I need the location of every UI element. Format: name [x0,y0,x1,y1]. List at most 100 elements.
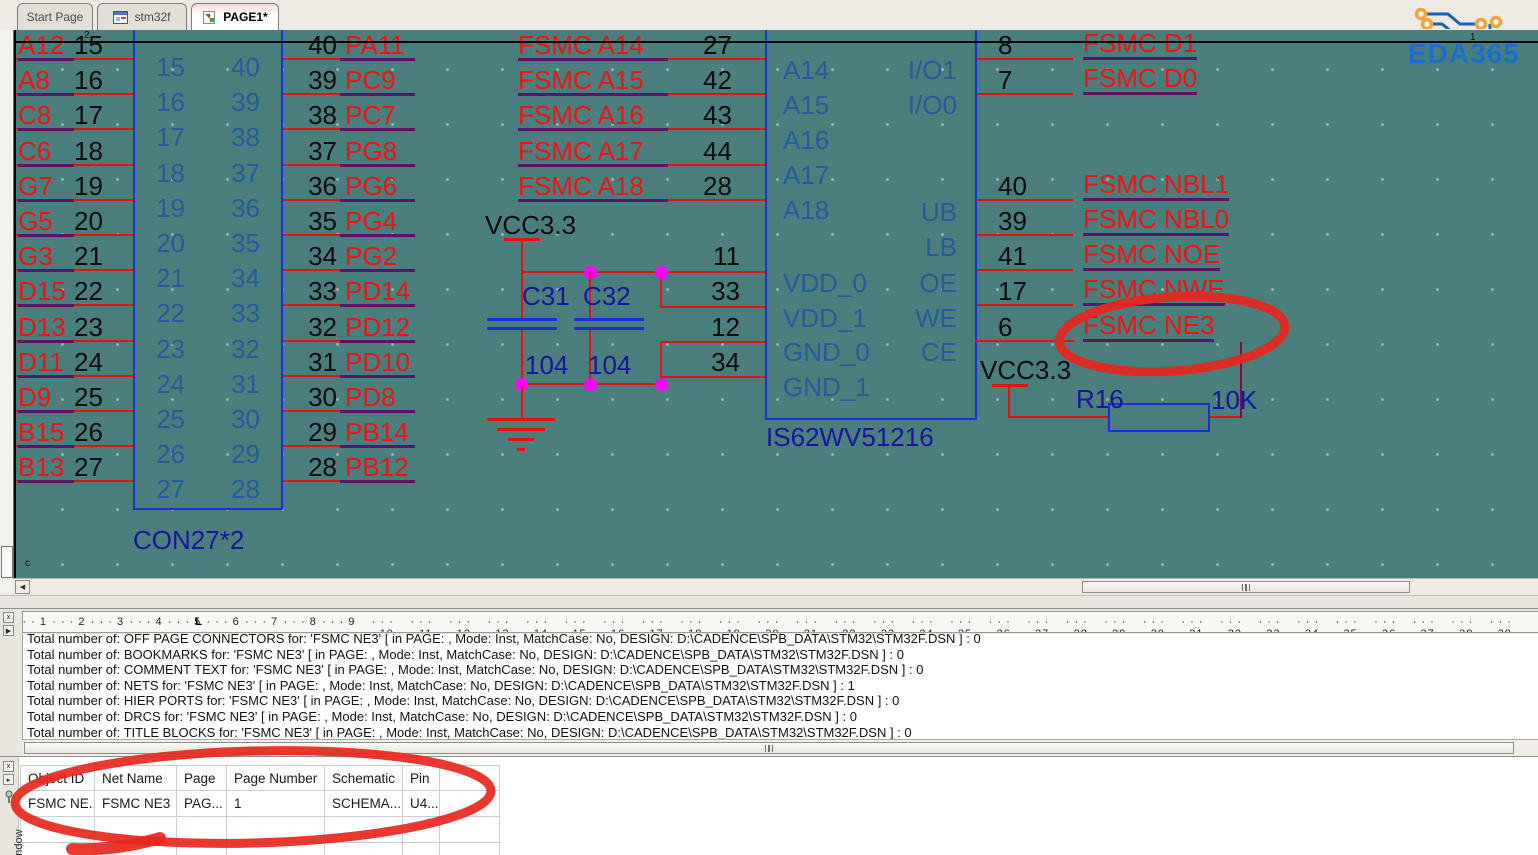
sram-refdes[interactable]: IS62WV51216 [766,424,934,450]
net-label[interactable]: D9 [18,384,51,410]
net-label[interactable]: FSMC NBL1 [1083,171,1229,201]
capacitor-refdes[interactable]: C31 [522,283,570,309]
table-cell[interactable]: U4... [403,791,440,817]
pin-number[interactable]: 27 [74,454,103,480]
scroll-left-arrow-icon[interactable]: ◀ [15,580,30,594]
net-label[interactable]: G3 [18,243,53,269]
table-header-cell[interactable]: Page Number [227,765,325,791]
power-label-vcc[interactable]: VCC3.3 [485,212,576,238]
horizontal-scrollbar-thumb[interactable] [1082,581,1410,593]
expand-arrow-icon[interactable]: ▶ [3,625,14,636]
pin-number[interactable]: 35 [295,208,337,234]
net-label[interactable]: PA11 [345,32,405,58]
pin-number[interactable]: 24 [74,349,103,375]
net-label[interactable]: PD12 [345,314,410,340]
net-label[interactable]: PG2 [345,243,397,269]
pin-number[interactable]: 26 [74,419,103,445]
table-cell[interactable] [325,817,403,843]
table-cell[interactable] [403,817,440,843]
net-label[interactable]: PD10 [345,349,410,375]
net-label[interactable]: FSMC NE3 [1083,312,1215,342]
pin-number[interactable]: 19 [74,173,103,199]
expand-arrow-icon[interactable]: ▸ [3,774,14,785]
tab-page1[interactable]: PAGE1* [191,3,279,30]
pin-number[interactable]: 21 [74,243,103,269]
net-label[interactable]: PB14 [345,419,409,445]
capacitor-value[interactable]: 104 [525,352,568,378]
pin-number[interactable]: 40 [998,173,1027,199]
pin-number[interactable]: 17 [74,102,103,128]
table-cell[interactable]: FSMC NE3 [95,791,177,817]
table-cell[interactable] [177,817,227,843]
table-header-cell[interactable]: Object ID [20,765,95,791]
table-cell[interactable] [227,843,325,855]
vertical-scrollbar[interactable] [0,30,14,594]
net-label[interactable]: FSMC A14 [518,32,644,58]
net-label[interactable]: FSMC A17 [518,138,644,164]
table-header-cell[interactable]: Net Name [95,765,177,791]
net-label[interactable]: A12 [18,32,64,58]
net-label[interactable]: FSMC A15 [518,67,644,93]
close-icon[interactable]: x [3,761,14,772]
pin-number[interactable]: 29 [295,419,337,445]
pin-number[interactable]: 22 [74,278,103,304]
pin-number[interactable]: 44 [703,138,732,164]
net-label[interactable]: B13 [18,454,64,480]
pin-number[interactable]: 6 [998,314,1012,340]
pin-number[interactable]: 8 [998,32,1012,58]
schematic-canvas[interactable]: 2 1 c EDA365 A12 15 A8 16 C8 17 C6 18 G7 19 G5 20 G3 21 D1… [13,30,1538,578]
table-header-cell[interactable]: Schematic [325,765,403,791]
pin-number[interactable]: 36 [295,173,337,199]
pin-number[interactable]: 7 [998,67,1012,93]
table-cell[interactable] [403,843,440,855]
net-label[interactable]: FSMC D0 [1083,65,1198,96]
vertical-scrollbar-thumb[interactable] [1,546,13,578]
net-label[interactable]: FSMC D1 [1083,30,1198,60]
log-scrollbar-thumb[interactable] [24,742,1514,754]
table-cell[interactable] [227,817,325,843]
capacitor-value[interactable]: 104 [588,352,631,378]
net-label[interactable]: A8 [18,67,50,93]
net-label[interactable]: PC7 [345,102,396,128]
net-label[interactable]: FSMC A18 [518,173,644,199]
net-label[interactable]: PD14 [345,278,410,304]
log-horizontal-scrollbar[interactable] [22,739,1538,757]
tab-stm32f[interactable]: stm32f [97,3,187,30]
pin-number[interactable]: 11 [695,243,740,269]
pin-number[interactable]: 27 [703,32,732,58]
pin-icon[interactable] [3,790,15,804]
pin-number[interactable]: 39 [998,208,1027,234]
pin-number[interactable]: 15 [74,32,103,58]
pin-number[interactable]: 40 [295,32,337,58]
close-icon[interactable]: x [3,612,14,623]
pin-number[interactable]: 37 [295,138,337,164]
pin-number[interactable]: 32 [295,314,337,340]
net-label[interactable]: FSMC NWE [1083,276,1225,307]
pin-number[interactable]: 30 [295,384,337,410]
pin-number[interactable]: 12 [695,314,740,340]
pin-number[interactable]: 16 [74,67,103,93]
net-label[interactable]: G5 [18,208,53,234]
table-cell[interactable] [95,817,177,843]
net-label[interactable]: B15 [18,419,64,445]
pin-number[interactable]: 31 [295,349,337,375]
table-header-cell[interactable]: Pin [403,765,440,791]
resistor-value[interactable]: 10K [1211,387,1257,413]
net-label[interactable]: C6 [18,138,51,164]
net-label[interactable]: FSMC NBL0 [1083,206,1229,236]
net-label[interactable]: PG4 [345,208,397,234]
net-label[interactable]: PG6 [345,173,397,199]
net-label[interactable]: FSMC NOE [1083,241,1221,272]
table-cell[interactable] [95,843,177,855]
pin-number[interactable]: 20 [74,208,103,234]
pin-number[interactable]: 43 [703,102,732,128]
pin-number[interactable]: 25 [74,384,103,410]
pin-number[interactable]: 34 [695,349,740,375]
net-label[interactable]: FSMC A16 [518,102,644,128]
pin-number[interactable]: 38 [295,102,337,128]
table-header-cell[interactable] [440,765,500,791]
net-label[interactable]: PG8 [345,138,397,164]
table-cell[interactable]: FSMC NE... [20,791,95,817]
pin-number[interactable]: 34 [295,243,337,269]
table-cell[interactable]: 1 [227,791,325,817]
